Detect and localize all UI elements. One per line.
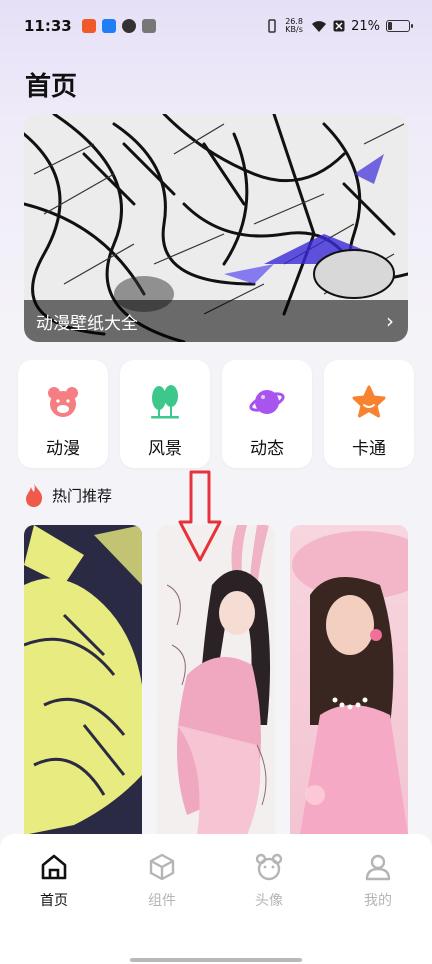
nav-home[interactable]: 首页 — [14, 852, 94, 910]
battery-fill — [388, 22, 392, 30]
bear-face-icon — [255, 853, 283, 881]
network-speed-unit: KB/s — [285, 25, 303, 34]
category-label: 动态 — [250, 439, 284, 459]
home-icon — [41, 854, 67, 880]
person-icon — [365, 854, 391, 881]
cube-icon — [149, 853, 175, 881]
category-anime[interactable]: 动漫 — [18, 360, 108, 468]
wallpaper-card[interactable] — [157, 525, 275, 835]
banner-carousel[interactable]: 动漫壁纸大全 › — [24, 114, 408, 342]
status-bar: 11:33 26.8 KB/s 21% — [0, 0, 432, 52]
nav-label: 首页 — [40, 893, 68, 909]
category-animated[interactable]: 动态 — [222, 360, 312, 468]
page-title: 首页 — [25, 72, 78, 102]
annotation-arrow-icon — [178, 470, 222, 562]
notification-app-icon — [141, 19, 156, 33]
chevron-right-icon[interactable]: › — [386, 309, 394, 333]
nav-label: 我的 — [364, 893, 392, 909]
wifi-icon — [312, 20, 327, 32]
category-label: 动漫 — [46, 439, 80, 459]
trees-icon — [151, 385, 179, 419]
bunny-girl-wallpaper-image — [157, 525, 275, 835]
nav-label: 组件 — [148, 893, 176, 909]
bottom-navigation: 首页 组件 头像 我的 — [0, 834, 432, 964]
category-cartoon[interactable]: 卡通 — [324, 360, 414, 468]
battery-icon — [386, 20, 413, 32]
status-right: 26.8 KB/s 21% — [267, 18, 413, 34]
wallpaper-card[interactable] — [24, 525, 142, 835]
battery-percent: 21% — [351, 18, 380, 34]
notification-app-icon — [121, 19, 136, 33]
sim-icon — [333, 20, 345, 32]
nav-profile[interactable]: 我的 — [338, 852, 418, 910]
planet-icon — [249, 390, 285, 414]
network-speed: 26.8 KB/s — [283, 18, 305, 34]
hot-section-label: 热门推荐 — [52, 486, 113, 505]
status-time: 11:33 — [24, 17, 72, 35]
pink-hat-girl-wallpaper-image — [290, 525, 408, 835]
bear-icon — [48, 387, 78, 417]
wallpaper-card[interactable] — [290, 525, 408, 835]
sketch-yellow-wallpaper-image — [24, 525, 142, 835]
nav-label: 头像 — [255, 893, 283, 909]
star-icon — [352, 385, 386, 418]
hot-section-header: 热门推荐 — [24, 482, 112, 508]
home-indicator[interactable] — [130, 958, 302, 962]
banner-caption: 动漫壁纸大全 › — [24, 300, 408, 342]
flame-icon — [26, 483, 43, 507]
category-scenery[interactable]: 风景 — [120, 360, 210, 468]
nav-widgets[interactable]: 组件 — [122, 852, 202, 910]
status-left: 11:33 — [24, 17, 156, 35]
vibrate-icon — [268, 19, 276, 33]
category-label: 风景 — [148, 439, 182, 459]
notification-app-icon — [81, 19, 96, 33]
notification-app-icon — [101, 19, 116, 33]
screen: 11:33 26.8 KB/s 21% 首页 动漫壁纸大全 › 动漫 风景 动态… — [0, 0, 432, 964]
category-label: 卡通 — [352, 439, 386, 459]
nav-avatar[interactable]: 头像 — [229, 852, 309, 910]
banner-caption-text: 动漫壁纸大全 — [36, 313, 138, 334]
